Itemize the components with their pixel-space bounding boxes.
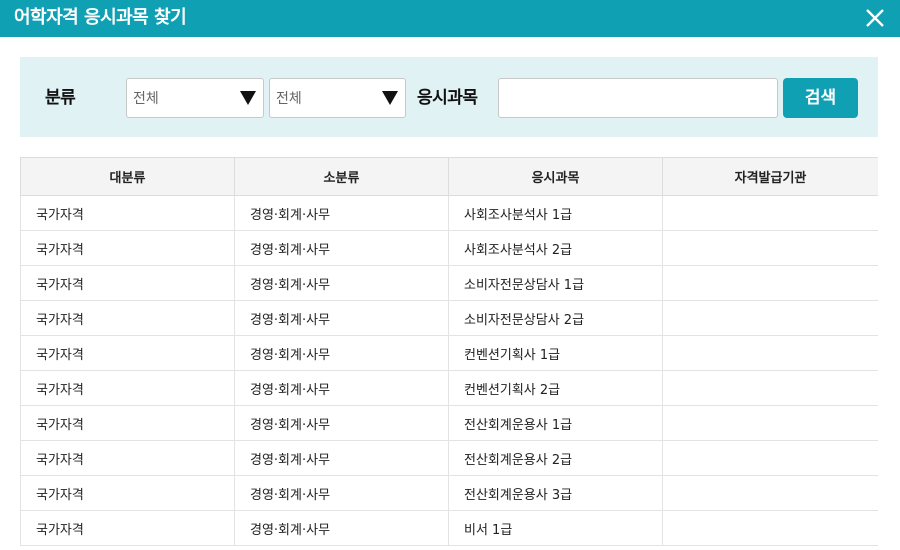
cell-minor: 경영·회계·사무 <box>234 335 449 371</box>
cell-major: 국가자격 <box>20 475 235 511</box>
cell-subject[interactable]: 사회조사분석사 2급 <box>448 230 663 266</box>
cell-major: 국가자격 <box>20 195 235 231</box>
cell-issuer <box>662 440 878 476</box>
cell-major: 국가자격 <box>20 510 235 546</box>
table-row[interactable]: 국가자격 경영·회계·사무 소비자전문상담사 1급 <box>20 265 878 301</box>
column-header-issuer: 자격발급기관 <box>662 157 878 196</box>
cell-subject[interactable]: 전산회계운용사 1급 <box>448 405 663 441</box>
cell-issuer <box>662 230 878 266</box>
cell-subject[interactable]: 소비자전문상담사 2급 <box>448 300 663 336</box>
major-category-select[interactable]: 전체 <box>126 78 264 118</box>
dialog-title: 어학자격 응시과목 찾기 <box>14 7 187 28</box>
subject-label: 응시과목 <box>417 88 478 108</box>
table-row[interactable]: 국가자격 경영·회계·사무 소비자전문상담사 2급 <box>20 300 878 336</box>
close-icon[interactable] <box>864 7 886 29</box>
minor-category-value: 전체 <box>276 91 302 107</box>
search-panel: 분류 전체 전체 응시과목 검색 <box>20 57 878 137</box>
cell-major: 국가자격 <box>20 265 235 301</box>
major-category-value: 전체 <box>133 91 159 107</box>
table-row[interactable]: 국가자격 경영·회계·사무 컨벤션기획사 2급 <box>20 370 878 406</box>
cell-major: 국가자격 <box>20 405 235 441</box>
table-row[interactable]: 국가자격 경영·회계·사무 컨벤션기획사 1급 <box>20 335 878 371</box>
cell-subject[interactable]: 사회조사분석사 1급 <box>448 195 663 231</box>
cell-subject[interactable]: 전산회계운용사 3급 <box>448 475 663 511</box>
table-row[interactable]: 국가자격 경영·회계·사무 비서 1급 <box>20 510 878 546</box>
cell-subject[interactable]: 전산회계운용사 2급 <box>448 440 663 476</box>
cell-issuer <box>662 405 878 441</box>
cell-minor: 경영·회계·사무 <box>234 475 449 511</box>
cell-issuer <box>662 300 878 336</box>
minor-category-select[interactable]: 전체 <box>269 78 406 118</box>
cell-subject[interactable]: 비서 1급 <box>448 510 663 546</box>
search-button[interactable]: 검색 <box>783 78 858 118</box>
column-header-minor: 소분류 <box>234 157 449 196</box>
subject-search-input[interactable] <box>498 78 778 118</box>
column-header-subject: 응시과목 <box>448 157 663 196</box>
cell-subject[interactable]: 컨벤션기획사 1급 <box>448 335 663 371</box>
cell-minor: 경영·회계·사무 <box>234 405 449 441</box>
cell-minor: 경영·회계·사무 <box>234 300 449 336</box>
table-row[interactable]: 국가자격 경영·회계·사무 사회조사분석사 1급 <box>20 195 878 231</box>
cell-subject[interactable]: 소비자전문상담사 1급 <box>448 265 663 301</box>
cell-minor: 경영·회계·사무 <box>234 265 449 301</box>
cell-minor: 경영·회계·사무 <box>234 230 449 266</box>
subject-search-dialog: 어학자격 응시과목 찾기 분류 전체 전체 응시과목 검색 대분류 소분류 응시… <box>0 0 900 550</box>
triangle-down-icon <box>239 90 257 106</box>
cell-minor: 경영·회계·사무 <box>234 370 449 406</box>
cell-subject[interactable]: 컨벤션기획사 2급 <box>448 370 663 406</box>
cell-major: 국가자격 <box>20 370 235 406</box>
cell-minor: 경영·회계·사무 <box>234 510 449 546</box>
dialog-titlebar: 어학자격 응시과목 찾기 <box>0 0 900 37</box>
cell-major: 국가자격 <box>20 300 235 336</box>
cell-major: 국가자격 <box>20 230 235 266</box>
results-table-container: 대분류 소분류 응시과목 자격발급기관 국가자격 경영·회계·사무 사회조사분석… <box>20 157 878 550</box>
table-row[interactable]: 국가자격 경영·회계·사무 전산회계운용사 3급 <box>20 475 878 511</box>
table-row[interactable]: 국가자격 경영·회계·사무 전산회계운용사 1급 <box>20 405 878 441</box>
cell-issuer <box>662 195 878 231</box>
cell-issuer <box>662 475 878 511</box>
table-row[interactable]: 국가자격 경영·회계·사무 사회조사분석사 2급 <box>20 230 878 266</box>
column-header-major: 대분류 <box>20 157 235 196</box>
triangle-down-icon <box>381 90 399 106</box>
results-table: 대분류 소분류 응시과목 자격발급기관 국가자격 경영·회계·사무 사회조사분석… <box>20 157 878 546</box>
cell-minor: 경영·회계·사무 <box>234 195 449 231</box>
cell-issuer <box>662 510 878 546</box>
table-row[interactable]: 국가자격 경영·회계·사무 전산회계운용사 2급 <box>20 440 878 476</box>
cell-issuer <box>662 335 878 371</box>
cell-minor: 경영·회계·사무 <box>234 440 449 476</box>
cell-issuer <box>662 370 878 406</box>
category-label: 분류 <box>45 88 76 108</box>
cell-major: 국가자격 <box>20 335 235 371</box>
cell-issuer <box>662 265 878 301</box>
cell-major: 국가자격 <box>20 440 235 476</box>
table-header-row: 대분류 소분류 응시과목 자격발급기관 <box>20 157 878 196</box>
